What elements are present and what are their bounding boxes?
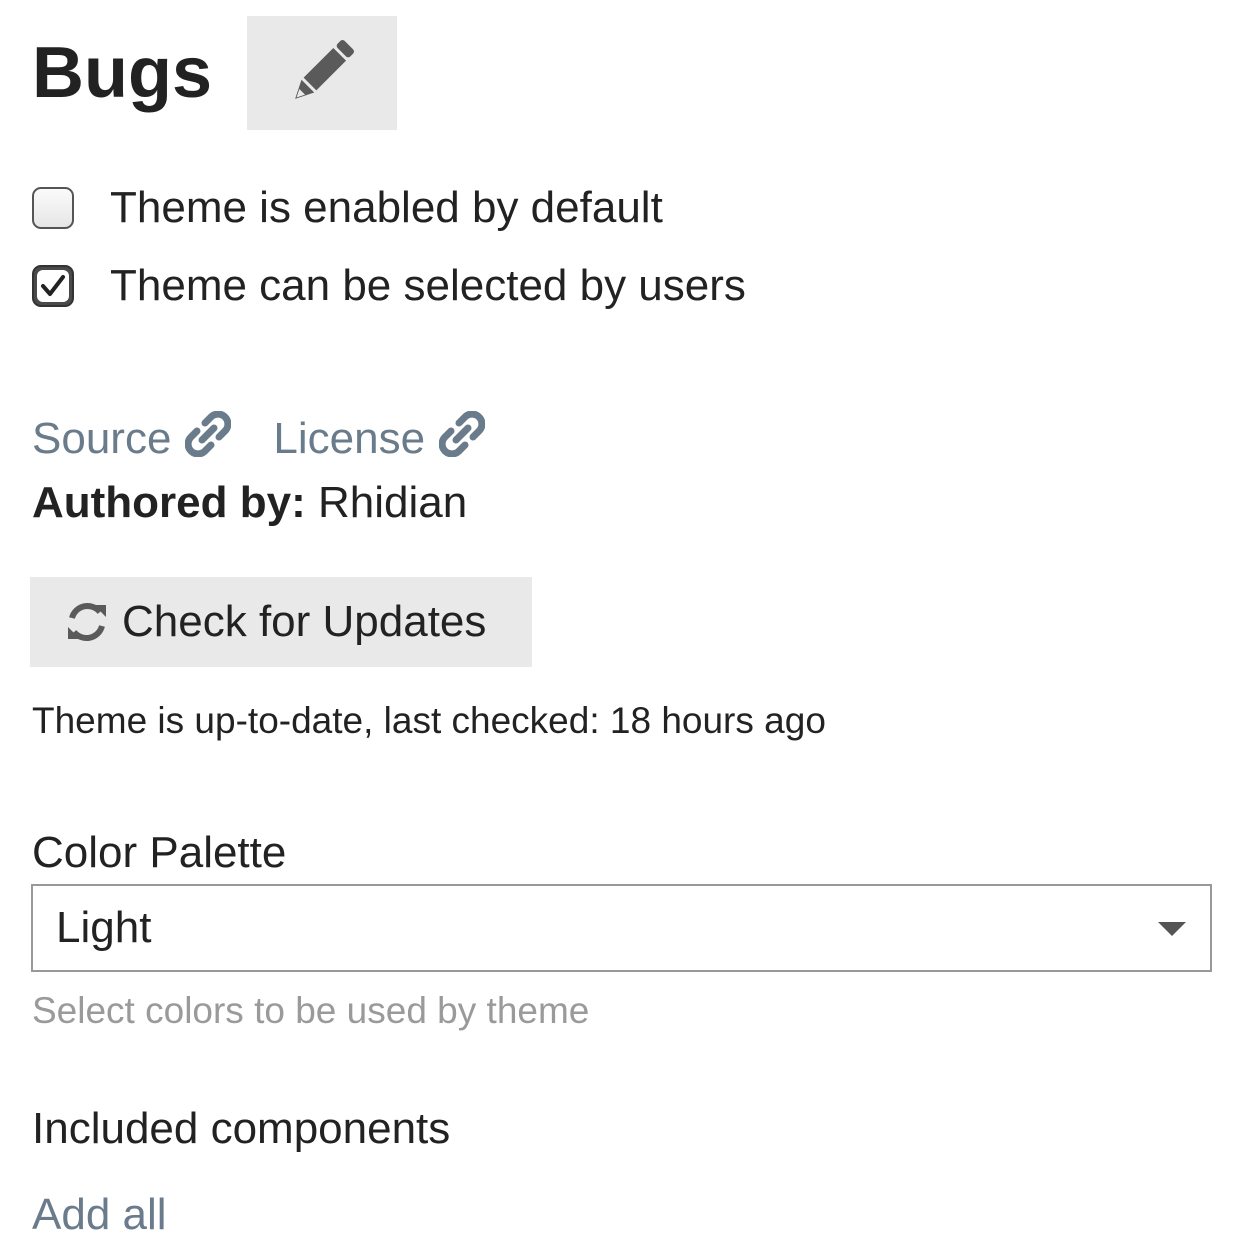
link-icon [185, 410, 232, 468]
enabled-by-default-option[interactable]: Theme is enabled by default [32, 183, 663, 233]
checkmark-icon [37, 270, 69, 302]
author-name: Rhidian [318, 478, 468, 527]
add-all-link[interactable]: Add all [32, 1188, 167, 1238]
check-updates-button[interactable]: Check for Updates [30, 577, 532, 667]
included-components-heading: Included components [32, 1104, 451, 1153]
author-prefix: Authored by: [32, 478, 306, 527]
user-selectable-option[interactable]: Theme can be selected by users [32, 261, 746, 311]
source-link-label: Source [32, 414, 172, 463]
pencil-icon [280, 30, 364, 117]
caret-down-icon [1158, 922, 1186, 936]
page-title: Bugs [32, 33, 212, 113]
user-selectable-label: Theme can be selected by users [110, 261, 746, 310]
link-icon [438, 410, 486, 468]
check-updates-label: Check for Updates [122, 597, 487, 646]
color-palette-selected-value: Light [56, 903, 152, 952]
user-selectable-checkbox[interactable] [32, 265, 74, 307]
source-link[interactable]: Source [32, 410, 232, 468]
license-link-label: License [273, 414, 426, 463]
color-palette-select[interactable]: Light [31, 884, 1212, 972]
enabled-by-default-checkbox[interactable] [32, 187, 74, 229]
license-link[interactable]: License [273, 410, 486, 468]
author-line: Authored by: Rhidian [32, 476, 467, 530]
theme-links: Source License [32, 410, 486, 468]
title-row: Bugs [32, 16, 212, 130]
enabled-by-default-label: Theme is enabled by default [110, 183, 663, 232]
edit-title-button[interactable] [247, 16, 397, 130]
theme-settings-page: Bugs Theme is enabled by default Theme c… [0, 0, 1242, 1238]
color-palette-label: Color Palette [32, 828, 287, 877]
color-palette-hint: Select colors to be used by theme [32, 990, 590, 1031]
refresh-icon [64, 599, 110, 645]
update-status: Theme is up-to-date, last checked: 18 ho… [32, 700, 826, 741]
